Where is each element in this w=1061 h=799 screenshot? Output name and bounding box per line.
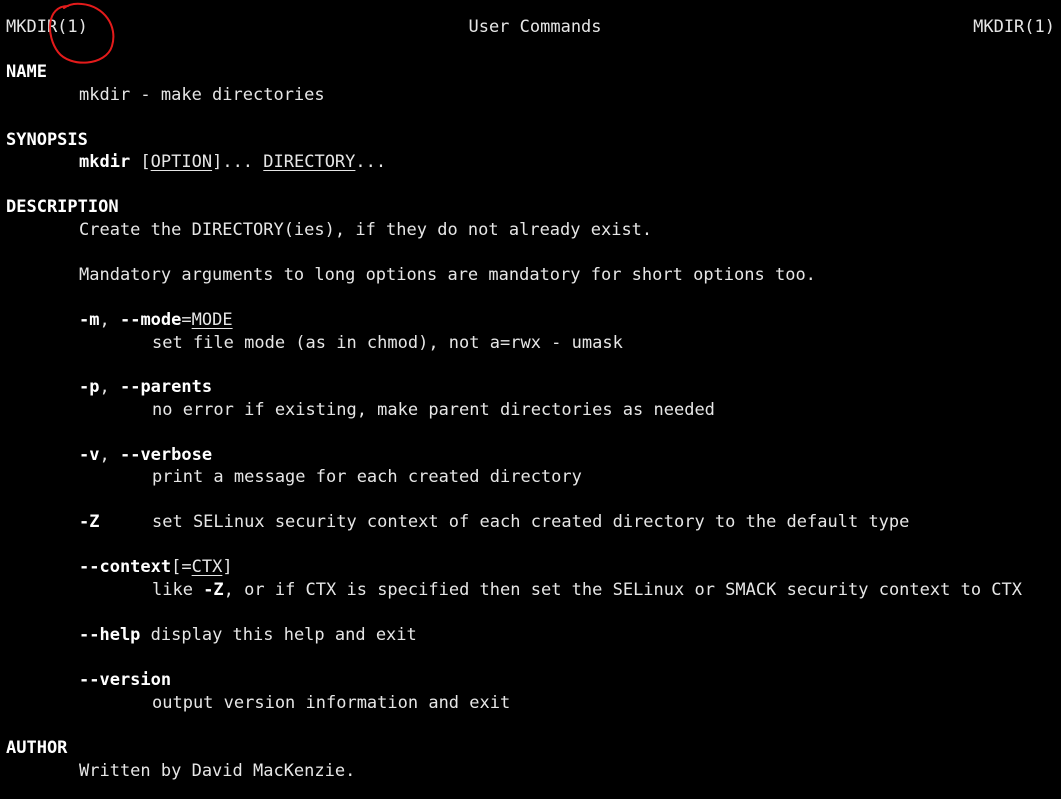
option-context-eq: = — [181, 557, 192, 577]
option-context-desc-pre: like — [152, 580, 204, 600]
option-context: --context[=CTX] — [79, 556, 233, 579]
option-context-desc: like -Z, or if CTX is specified then set… — [152, 579, 1022, 602]
synopsis-command: mkdir — [79, 152, 131, 172]
header-right: MKDIR(1) — [973, 17, 1055, 37]
synopsis-ellipsis-2: ... — [355, 152, 387, 172]
option-verbose-long: --verbose — [119, 445, 213, 465]
name-text: mkdir - make directories — [79, 85, 325, 105]
description-line-2: Mandatory arguments to long options are … — [79, 265, 816, 285]
option-verbose-desc: print a message for each created directo… — [152, 467, 582, 487]
option-z-short: -Z — [79, 512, 100, 532]
option-version: --version — [79, 669, 171, 692]
option-help-desc: display this help and exit — [140, 625, 417, 645]
option-verbose-short: -v — [79, 445, 100, 465]
option-mode-eq: = — [181, 310, 192, 330]
option-verbose: -v, --verbose — [79, 444, 212, 467]
author-text: Written by David MacKenzie. — [79, 761, 356, 781]
option-mode-sep: , — [99, 310, 120, 330]
option-version-long: --version — [79, 670, 172, 690]
option-context-desc-post: , or if CTX is specified then set the SE… — [223, 580, 1022, 600]
synopsis-ellipsis-1: ]... — [212, 152, 264, 172]
option-mode-arg: MODE — [191, 310, 233, 330]
option-parents-long: --parents — [119, 377, 213, 397]
section-heading-name: NAME — [6, 62, 47, 82]
section-heading-synopsis: SYNOPSIS — [6, 130, 88, 150]
option-parents-sep: , — [99, 377, 120, 397]
option-help-long: --help — [79, 625, 141, 645]
option-verbose-sep: , — [99, 445, 120, 465]
synopsis-line: mkdir [OPTION]... DIRECTORY... — [79, 151, 386, 174]
option-z-desc: set SELinux security context of each cre… — [152, 512, 910, 532]
option-help: --help display this help and exit — [79, 624, 417, 647]
description-line-1: Create the DIRECTORY(ies), if they do no… — [79, 220, 653, 240]
terminal-man-page: MKDIR(1) User Commands MKDIR(1) NAME mkd… — [0, 0, 1061, 799]
option-parents-short: -p — [79, 377, 100, 397]
option-context-long: --context — [79, 557, 172, 577]
option-z: -Z set SELinux security context of each c… — [79, 511, 909, 534]
option-parents-desc: no error if existing, make parent direct… — [152, 400, 715, 420]
option-context-bracket-close: ] — [222, 557, 233, 577]
synopsis-option: OPTION — [150, 152, 213, 172]
option-context-arg: CTX — [191, 557, 223, 577]
option-context-bracket-open: [ — [171, 557, 182, 577]
option-parents: -p, --parents — [79, 376, 212, 399]
option-version-desc: output version information and exit — [152, 693, 511, 713]
section-heading-author: AUTHOR — [6, 738, 68, 758]
section-heading-description: DESCRIPTION — [6, 197, 119, 217]
option-mode-short: -m — [79, 310, 100, 330]
synopsis-directory: DIRECTORY — [263, 152, 356, 172]
option-mode-desc: set file mode (as in chmod), not a=rwx -… — [152, 333, 623, 353]
synopsis-bracket-open: [ — [130, 152, 151, 172]
option-mode: -m, --mode=MODE — [79, 309, 233, 332]
option-mode-long: --mode — [119, 310, 182, 330]
option-context-desc-flag: -Z — [203, 580, 224, 600]
header-center: User Commands — [468, 17, 602, 37]
